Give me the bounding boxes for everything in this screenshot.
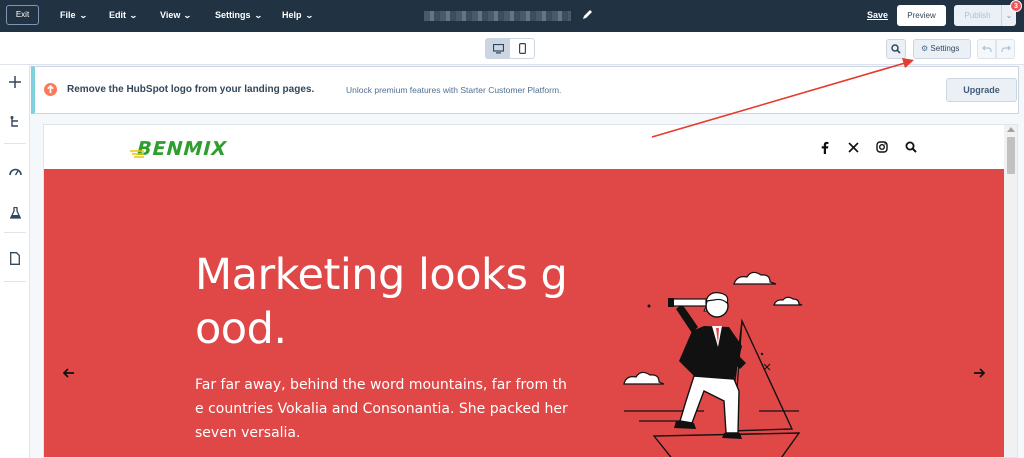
desktop-view-button[interactable] (486, 39, 510, 58)
layers-button[interactable] (5, 112, 25, 132)
upgrade-button[interactable]: Upgrade (946, 78, 1017, 102)
page-name-blurred[interactable] (424, 11, 571, 21)
banner-title: Remove the HubSpot logo from your landin… (67, 84, 315, 95)
facebook-icon[interactable] (818, 140, 832, 154)
flask-icon (9, 207, 21, 219)
carousel-prev-arrow[interactable] (61, 365, 77, 381)
hero-title: Marketing looks good. (195, 250, 568, 354)
upgrade-banner: Remove the HubSpot logo from your landin… (31, 66, 1019, 114)
search-button[interactable] (886, 39, 906, 59)
settings-button-label: Settings (930, 44, 960, 53)
settings-button[interactable]: ⚙ Settings (913, 39, 971, 59)
add-module-button[interactable] (5, 72, 25, 92)
site-header: BENMIX (44, 125, 1004, 169)
plus-icon (9, 76, 21, 88)
menu-edit[interactable]: Edit ⌄ (109, 0, 138, 32)
chevron-down-icon: ⌄ (304, 11, 314, 20)
speedometer-icon (8, 168, 22, 176)
hero-illustration (623, 271, 803, 457)
chevron-down-icon: ⌄ (253, 11, 263, 20)
canvas-scrollbar[interactable] (1004, 125, 1017, 457)
scroll-up-arrow[interactable] (1007, 127, 1015, 132)
top-nav-bar: Exit File ⌄ Edit ⌄ View ⌄ Settings ⌄ Help ⌄ S… (0, 0, 1024, 32)
undo-button[interactable] (977, 39, 996, 59)
search-icon (891, 44, 901, 54)
sidebar-divider (4, 143, 26, 144)
page-details-button[interactable] (5, 248, 25, 268)
menu-edit-label: Edit (109, 10, 126, 20)
canvas-scrollbar-thumb[interactable] (1007, 137, 1015, 174)
publish-button[interactable]: Publish (954, 5, 1001, 26)
site-logo[interactable]: BENMIX (130, 137, 248, 159)
site-search-icon[interactable] (904, 140, 918, 154)
x-icon[interactable] (846, 140, 860, 154)
sidebar-divider (4, 281, 26, 282)
menu-view-label: View (160, 10, 181, 20)
notification-badge[interactable]: 3 (1010, 0, 1022, 12)
menu-view[interactable]: View ⌄ (160, 0, 193, 32)
editor-toolbar: ⚙ Settings (0, 32, 1024, 65)
optimize-button[interactable] (5, 161, 25, 181)
page-preview-canvas[interactable]: BENMIX Marketing looks good. Far far awa… (43, 124, 1018, 458)
menu-settings[interactable]: Settings ⌄ (215, 0, 263, 32)
preview-button[interactable]: Preview (897, 5, 946, 26)
left-sidebar (0, 65, 30, 458)
undo-icon (981, 45, 992, 52)
gear-icon: ⚙ (921, 44, 929, 53)
instagram-icon[interactable] (875, 140, 889, 154)
sidebar-divider (4, 232, 26, 233)
save-button[interactable]: Save (867, 0, 888, 32)
mobile-view-button[interactable] (510, 39, 534, 58)
test-button[interactable] (5, 203, 25, 223)
hero-section[interactable]: Marketing looks good. Far far away, behi… (44, 169, 1004, 457)
menu-settings-label: Settings (215, 10, 251, 20)
menu-help[interactable]: Help ⌄ (282, 0, 314, 32)
hero-text: Far far away, behind the word mountains,… (195, 377, 568, 441)
arrow-right-icon (974, 368, 985, 378)
pencil-icon[interactable] (581, 8, 593, 22)
menu-file[interactable]: File ⌄ (60, 0, 88, 32)
banner-text: Unlock premium features with Starter Cus… (346, 85, 562, 95)
exit-button[interactable]: Exit (6, 5, 39, 25)
carousel-next-arrow[interactable] (971, 365, 987, 381)
arrow-up-circle-icon (44, 83, 57, 96)
menu-file-label: File (60, 10, 76, 20)
menu-help-label: Help (282, 10, 302, 20)
chevron-down-icon: ⌄ (183, 11, 193, 20)
device-toggle (485, 38, 535, 59)
chevron-down-icon: ⌄ (128, 11, 138, 20)
redo-button[interactable] (996, 39, 1015, 59)
arrow-left-icon (63, 368, 74, 378)
chevron-down-icon: ⌄ (78, 11, 88, 20)
redo-icon (1000, 45, 1011, 52)
site-logo-text: BENMIX (134, 137, 230, 159)
mobile-icon (518, 43, 526, 54)
desktop-icon (492, 43, 504, 53)
document-icon (10, 251, 20, 265)
tree-structure-icon (10, 116, 18, 127)
